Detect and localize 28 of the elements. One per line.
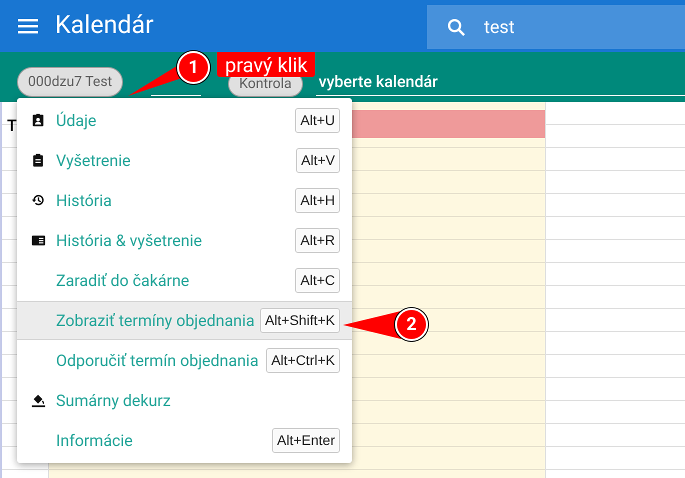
shortcut-key: Alt+Enter — [272, 428, 340, 453]
menu-item[interactable]: História Alt+H — [17, 181, 352, 220]
menu-item[interactable]: Zobraziť termíny objednania Alt+Shift+K — [17, 301, 352, 340]
book-icon — [31, 233, 46, 248]
menu-icon[interactable] — [18, 18, 38, 34]
paint-bucket-icon — [31, 393, 46, 408]
search-icon — [447, 18, 466, 36]
callout-tooltip: pravý klik — [217, 52, 316, 77]
shortcut-key: Alt+R — [295, 228, 340, 253]
shortcut-key: Alt+C — [295, 268, 340, 293]
shortcut-key: Alt+H — [295, 188, 340, 213]
menu-item[interactable]: Odporučiť termín objednania Alt+Ctrl+K — [17, 341, 352, 380]
menu-item[interactable]: História & vyšetrenie Alt+R — [17, 221, 352, 260]
menu-item[interactable]: Informácie Alt+Enter — [17, 421, 352, 460]
shortcut-key: Alt+U — [295, 108, 340, 133]
history-icon — [31, 193, 46, 208]
shortcut-key: Alt+Shift+K — [260, 308, 340, 333]
patient-chip[interactable]: 000dzu7 Test — [17, 67, 124, 97]
calendar-select[interactable]: vyberte kalendár — [316, 68, 685, 96]
shortcut-key: Alt+V — [296, 148, 340, 173]
app-title: Kalendár — [55, 10, 154, 42]
column-header: T — [7, 116, 17, 135]
clipboard-icon — [31, 153, 46, 168]
shortcut-key: Alt+Ctrl+K — [266, 348, 340, 373]
menu-item[interactable]: Vyšetrenie Alt+V — [17, 141, 352, 180]
menu-item[interactable]: Údaje Alt+U — [17, 101, 352, 140]
menu-item[interactable]: Zaradiť do čakárne Alt+C — [17, 261, 352, 300]
badge-icon — [31, 113, 46, 128]
